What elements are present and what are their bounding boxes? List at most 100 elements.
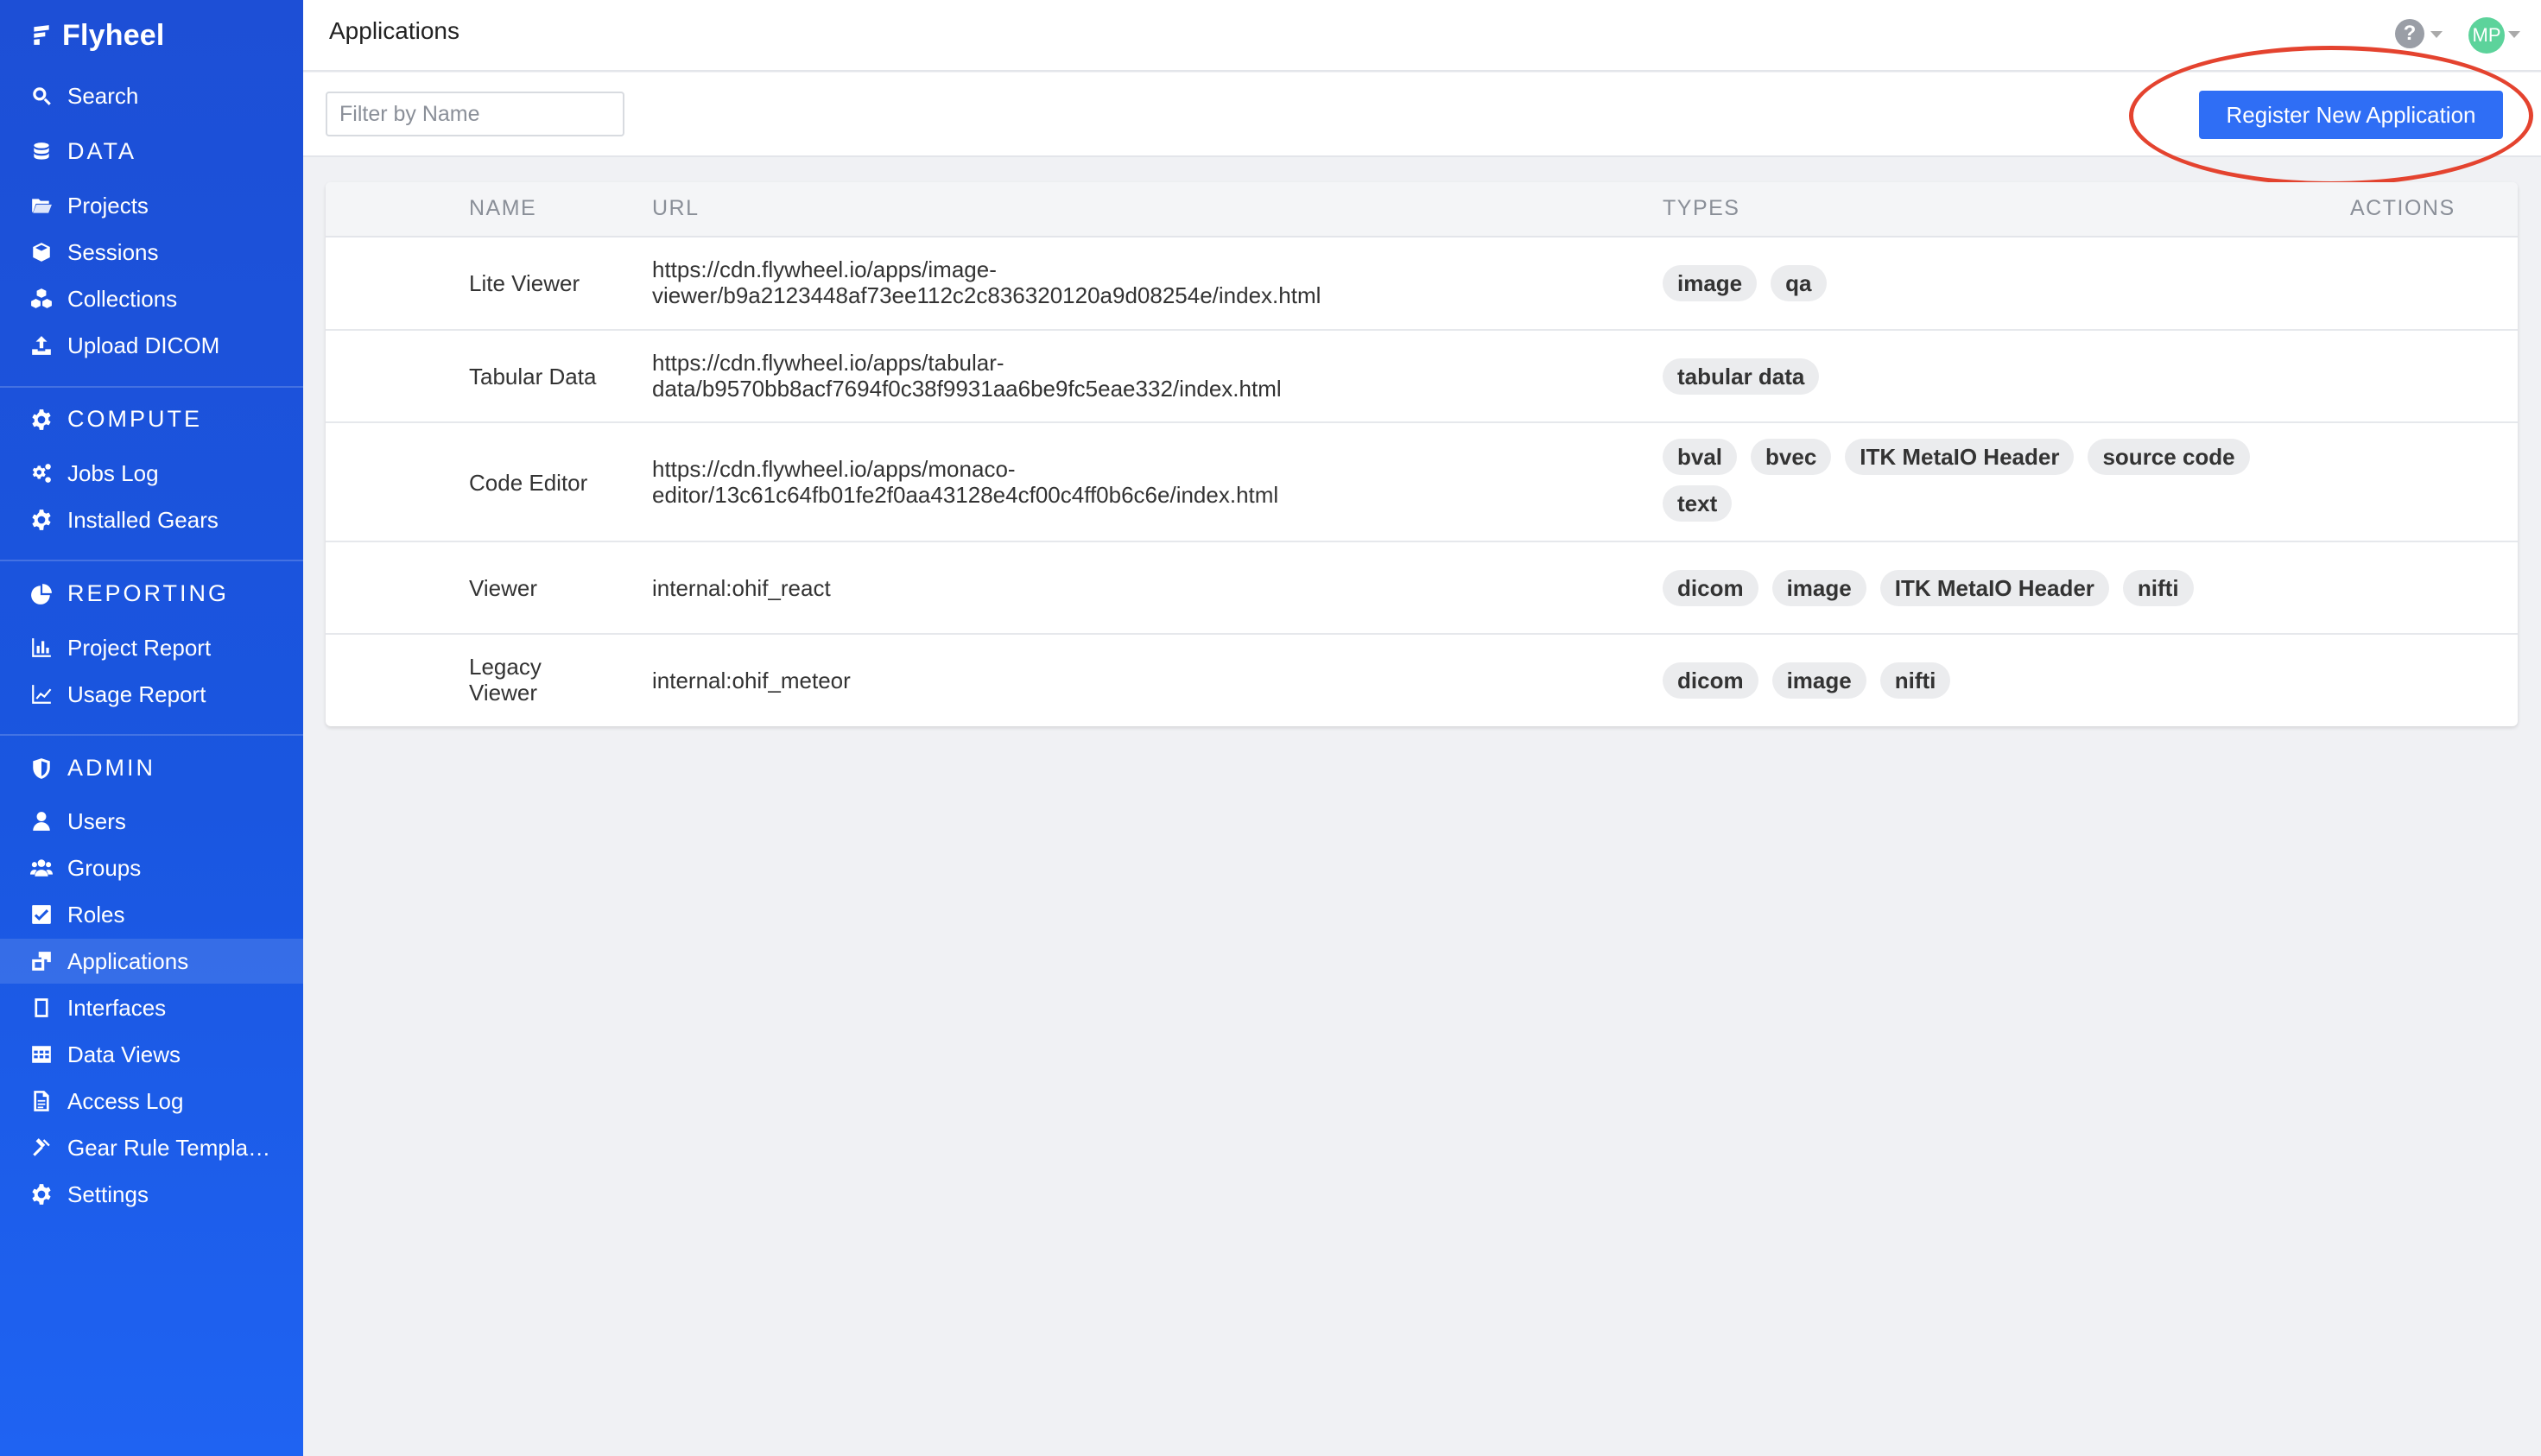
sidebar-item-label: Collections xyxy=(67,285,178,312)
sidebar-item-sessions[interactable]: Sessions xyxy=(0,230,303,275)
brand-logo[interactable]: Flyheel xyxy=(29,16,165,55)
type-tag: image xyxy=(1663,265,1758,301)
type-tag: text xyxy=(1663,485,1733,522)
app-name: Legacy Viewer xyxy=(469,654,542,706)
type-tag: bvec xyxy=(1751,439,1832,475)
column-header-types[interactable]: TYPES xyxy=(1663,196,1739,221)
table-row[interactable]: Viewer internal:ohif_react dicom image I… xyxy=(326,542,2518,635)
gear-icon xyxy=(29,408,54,432)
sidebar-item-upload-dicom[interactable]: Upload DICOM xyxy=(0,323,303,368)
app-name: Code Editor xyxy=(469,470,588,496)
help-icon[interactable]: ? xyxy=(2395,19,2424,48)
sidebar-item-label: Projects xyxy=(67,192,149,218)
sidebar-item-projects[interactable]: Projects xyxy=(0,183,303,228)
cogs-icon xyxy=(29,461,54,485)
section-reporting: REPORTING xyxy=(29,580,229,607)
sidebar-divider xyxy=(0,386,303,388)
sidebar-item-label: Search xyxy=(67,82,139,109)
type-tag: nifti xyxy=(2122,570,2194,606)
filter-by-name-input[interactable] xyxy=(326,92,624,136)
sidebar-item-collections[interactable]: Collections xyxy=(0,276,303,321)
section-data: DATA xyxy=(29,138,136,165)
app-name: Tabular Data xyxy=(469,364,597,389)
sidebar-item-groups[interactable]: Groups xyxy=(0,845,303,890)
type-tag: source code xyxy=(2088,439,2250,475)
type-tags: dicom image nifti xyxy=(1663,662,2284,699)
sidebar-item-project-report[interactable]: Project Report xyxy=(0,625,303,670)
type-tag: image xyxy=(1771,570,1866,606)
shield-icon xyxy=(29,756,54,781)
sidebar-divider xyxy=(0,734,303,736)
type-tag: image xyxy=(1771,662,1866,699)
column-header-url[interactable]: URL xyxy=(652,196,700,221)
flywheel-logo-icon xyxy=(29,23,54,47)
app-url: https://cdn.flywheel.io/apps/tabular- da… xyxy=(652,350,1282,402)
type-tags: tabular data xyxy=(1663,358,2284,395)
sidebar-item-settings[interactable]: Settings xyxy=(0,1172,303,1217)
column-header-name[interactable]: NAME xyxy=(469,196,536,221)
register-new-application-button[interactable]: Register New Application xyxy=(2199,91,2503,139)
sidebar: Flyheel Search DATA Projects Sessions Co… xyxy=(0,0,303,1456)
sidebar-item-label: Roles xyxy=(67,901,125,927)
table-row[interactable]: Code Editor https://cdn.flywheel.io/apps… xyxy=(326,423,2518,542)
type-tags: dicom image ITK MetaIO Header nifti xyxy=(1663,570,2284,606)
section-compute: COMPUTE xyxy=(29,406,202,433)
folder-open-icon xyxy=(29,193,54,218)
type-tag: dicom xyxy=(1663,570,1758,606)
sidebar-divider xyxy=(0,560,303,561)
cubes-icon xyxy=(29,287,54,311)
table-row[interactable]: Lite Viewer https://cdn.flywheel.io/apps… xyxy=(326,237,2518,331)
help-caret-icon[interactable] xyxy=(2430,31,2443,38)
line-chart-icon xyxy=(29,682,54,706)
sidebar-item-label: Settings xyxy=(67,1181,149,1207)
sidebar-item-label: Groups xyxy=(67,854,142,881)
sidebar-item-label: Interfaces xyxy=(67,994,167,1021)
sidebar-item-search[interactable]: Search xyxy=(0,73,303,118)
sidebar-item-label: Project Report xyxy=(67,634,212,661)
sidebar-item-label: Applications xyxy=(67,947,189,974)
type-tag: bval xyxy=(1663,439,1738,475)
users-icon xyxy=(29,856,54,880)
sidebar-item-label: Data Views xyxy=(67,1041,181,1067)
type-tag: nifti xyxy=(1879,662,1951,699)
sidebar-item-gear-rule-templates[interactable]: Gear Rule Templa… xyxy=(0,1125,303,1170)
app-url: internal:ohif_meteor xyxy=(652,668,851,693)
sidebar-item-jobs-log[interactable]: Jobs Log xyxy=(0,451,303,496)
type-tags: bval bvec ITK MetaIO Header source code … xyxy=(1663,439,2284,522)
type-tag: dicom xyxy=(1663,662,1758,699)
sidebar-item-installed-gears[interactable]: Installed Gears xyxy=(0,497,303,542)
page-title: Applications xyxy=(329,17,459,44)
user-icon xyxy=(29,809,54,833)
type-tag: ITK MetaIO Header xyxy=(1879,570,2109,606)
app-url: internal:ohif_react xyxy=(652,575,831,601)
sidebar-item-interfaces[interactable]: Interfaces xyxy=(0,985,303,1030)
type-tag: tabular data xyxy=(1663,358,1820,395)
column-header-actions: ACTIONS xyxy=(2350,196,2455,220)
table-row[interactable]: Legacy Viewer internal:ohif_meteor dicom… xyxy=(326,635,2518,726)
gavel-icon xyxy=(29,1136,54,1160)
table-row[interactable]: Tabular Data https://cdn.flywheel.io/app… xyxy=(326,331,2518,423)
cube-icon xyxy=(29,240,54,264)
sidebar-item-data-views[interactable]: Data Views xyxy=(0,1032,303,1077)
sidebar-item-applications[interactable]: Applications xyxy=(0,939,303,984)
sidebar-item-label: Users xyxy=(67,807,126,834)
sidebar-item-roles[interactable]: Roles xyxy=(0,892,303,937)
sidebar-item-usage-report[interactable]: Usage Report xyxy=(0,672,303,717)
type-tag: qa xyxy=(1771,265,1827,301)
database-icon xyxy=(29,140,54,164)
type-tags: image qa xyxy=(1663,265,2284,301)
sidebar-item-access-log[interactable]: Access Log xyxy=(0,1079,303,1124)
avatar[interactable]: MP xyxy=(2468,17,2505,54)
user-menu-caret-icon[interactable] xyxy=(2508,31,2520,38)
table-header: NAME URL TYPES ACTIONS xyxy=(326,182,2518,237)
sidebar-item-users[interactable]: Users xyxy=(0,799,303,844)
app-url: https://cdn.flywheel.io/apps/monaco- edi… xyxy=(652,456,1279,508)
windows-stack-icon xyxy=(29,949,54,973)
app-name: Lite Viewer xyxy=(469,270,580,296)
sidebar-item-label: Upload DICOM xyxy=(67,332,220,358)
sidebar-item-label: Sessions xyxy=(67,238,159,265)
bar-chart-icon xyxy=(29,636,54,660)
table-icon xyxy=(29,1042,54,1067)
sidebar-item-label: Usage Report xyxy=(67,681,206,707)
section-admin: ADMIN xyxy=(29,755,155,782)
